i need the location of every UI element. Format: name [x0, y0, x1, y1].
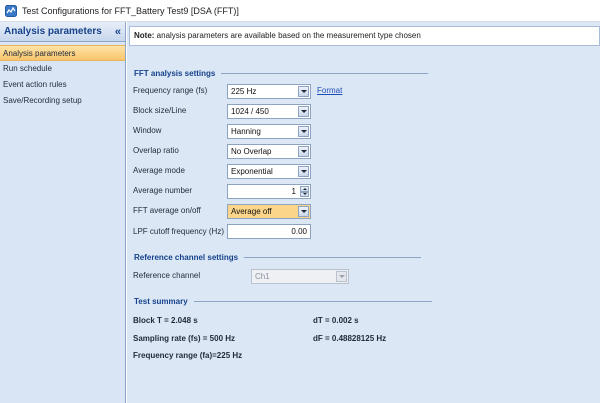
average-number-value: 1	[291, 187, 296, 196]
reference-channel-value: Ch1	[255, 272, 270, 281]
chevron-down-icon[interactable]	[298, 206, 309, 217]
overlap-ratio-value: No Overlap	[231, 147, 272, 156]
sidebar: Analysis parameters « Analysis parameter…	[0, 22, 126, 403]
collapse-icon[interactable]: «	[115, 26, 121, 38]
fft-average-value: Average off	[231, 207, 272, 216]
chevron-down-icon	[336, 271, 347, 282]
reference-channel-label: Reference channel	[133, 271, 201, 280]
reference-section-title: Reference channel settings	[134, 253, 422, 262]
section-divider	[244, 257, 422, 258]
sidebar-item-save-recording-setup[interactable]: Save/Recording setup	[0, 93, 125, 109]
sidebar-list: Analysis parameters Run schedule Event a…	[0, 42, 125, 109]
block-t-summary: Block T = 2.048 s	[133, 316, 198, 325]
window-value: Hanning	[231, 127, 261, 136]
sidebar-item-event-action-rules[interactable]: Event action rules	[0, 77, 125, 93]
format-link[interactable]: Format	[317, 86, 342, 95]
average-mode-select[interactable]: Exponential	[227, 164, 311, 179]
window-title: Test Configurations for FFT_Battery Test…	[22, 5, 239, 16]
window-label: Window	[133, 126, 162, 135]
chevron-down-icon[interactable]	[298, 146, 309, 157]
fft-average-label: FFT average on/off	[133, 206, 201, 215]
app-icon	[5, 4, 17, 17]
note-text: analysis parameters are available based …	[154, 31, 421, 40]
fft-section-title: FFT analysis settings	[134, 69, 429, 78]
average-number-label: Average number	[133, 186, 192, 195]
sidebar-item-run-schedule[interactable]: Run schedule	[0, 61, 125, 77]
chevron-down-icon[interactable]	[298, 166, 309, 177]
fft-section-label: FFT analysis settings	[134, 69, 216, 78]
main-panel: Note: analysis parameters are available …	[127, 22, 600, 403]
overlap-ratio-select[interactable]: No Overlap	[227, 144, 311, 159]
average-mode-label: Average mode	[133, 166, 185, 175]
stepper-buttons	[300, 186, 309, 197]
summary-section-title: Test summary	[134, 297, 432, 306]
chevron-down-icon[interactable]	[298, 126, 309, 137]
reference-section-label: Reference channel settings	[134, 253, 239, 262]
frequency-range-value: 225 Hz	[231, 87, 257, 96]
summary-section-label: Test summary	[134, 297, 188, 306]
section-divider	[193, 301, 432, 302]
reference-channel-select: Ch1	[251, 269, 349, 284]
average-mode-value: Exponential	[231, 167, 273, 176]
chevron-down-icon[interactable]	[298, 106, 309, 117]
sidebar-header: Analysis parameters «	[0, 22, 125, 42]
block-size-select[interactable]: 1024 / 450	[227, 104, 311, 119]
frequency-range-label: Frequency range (fs)	[133, 86, 208, 95]
lpf-cutoff-input[interactable]: 0.00	[227, 224, 311, 239]
sidebar-item-analysis-parameters[interactable]: Analysis parameters	[0, 45, 125, 61]
sidebar-title: Analysis parameters	[4, 26, 102, 37]
lpf-cutoff-label: LPF cutoff frequency (Hz)	[133, 227, 224, 236]
block-size-value: 1024 / 450	[231, 107, 269, 116]
frequency-range-select[interactable]: 225 Hz	[227, 84, 311, 99]
df-summary: dF = 0.48828125 Hz	[313, 334, 387, 343]
overlap-ratio-label: Overlap ratio	[133, 146, 179, 155]
frequency-range-summary: Frequency range (fa)=225 Hz	[133, 351, 243, 360]
window-titlebar: Test Configurations for FFT_Battery Test…	[0, 0, 600, 22]
fft-average-select[interactable]: Average off	[227, 204, 311, 219]
sampling-rate-summary: Sampling rate (fs) = 500 Hz	[133, 334, 236, 343]
block-size-label: Block size/Line	[133, 106, 187, 115]
window-select[interactable]: Hanning	[227, 124, 311, 139]
dt-summary: dT = 0.002 s	[313, 316, 359, 325]
average-number-stepper[interactable]: 1	[227, 184, 311, 199]
note-banner: Note: analysis parameters are available …	[129, 26, 600, 46]
chevron-down-icon[interactable]	[298, 86, 309, 97]
section-divider	[221, 73, 429, 74]
chevron-down-icon[interactable]	[300, 191, 309, 197]
note-prefix: Note:	[134, 31, 155, 40]
lpf-cutoff-value: 0.00	[291, 227, 307, 236]
